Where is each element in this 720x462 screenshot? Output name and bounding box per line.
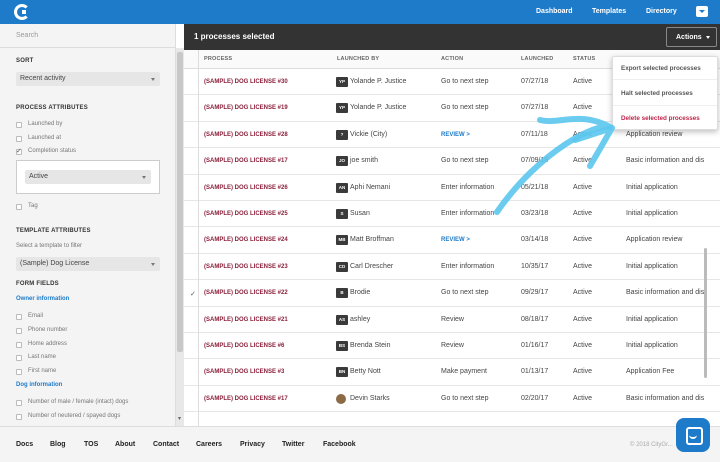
footer-link-docs[interactable]: Docs: [16, 441, 33, 448]
annotation-arrow: [494, 115, 615, 215]
footer-link-privacy[interactable]: Privacy: [240, 441, 265, 448]
chat-icon[interactable]: [676, 418, 710, 452]
page-footer: Docs Blog TOS About Contact Careers Priv…: [0, 426, 720, 462]
footer-link-careers[interactable]: Careers: [196, 441, 222, 448]
footer-link-about[interactable]: About: [115, 441, 135, 448]
footer-link-contact[interactable]: Contact: [153, 441, 179, 448]
footer-link-blog[interactable]: Blog: [50, 441, 66, 448]
footer-link-tos[interactable]: TOS: [84, 441, 98, 448]
copyright-text: © 2018 CityGr...: [630, 442, 673, 448]
footer-link-facebook[interactable]: Facebook: [323, 441, 356, 448]
footer-link-twitter[interactable]: Twitter: [282, 441, 304, 448]
